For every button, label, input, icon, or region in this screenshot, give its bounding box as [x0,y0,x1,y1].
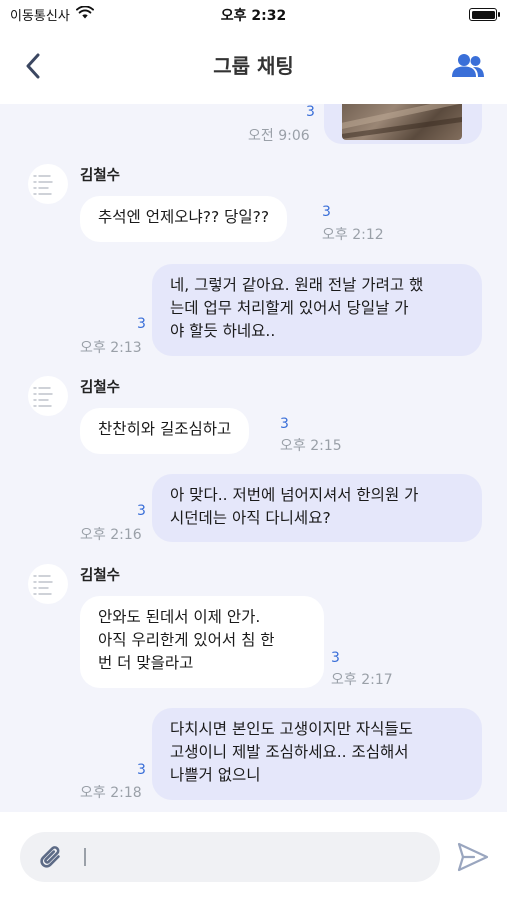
members-button[interactable] [449,48,487,84]
message-bubble[interactable]: 안와도 된데서 이제 안가. 아직 우리한게 있어서 침 한 번 더 맞을라고 [80,596,324,688]
message-line: 네, 그렇거 같아요. 원래 전날 가려고 했 [170,276,424,294]
battery-icon [469,8,500,21]
attach-button[interactable] [38,844,66,872]
message-line: 안와도 된데서 이제 안가. [98,608,261,626]
sender-name: 김철수 [80,380,121,396]
message-bubble[interactable]: 아 맞다.. 저번에 넘어지셔서 한의원 가 시던데는 아직 다니세요? [152,474,482,542]
read-count: 3 [137,316,146,332]
message-bubble[interactable]: 찬찬히와 길조심하고 [80,408,250,454]
status-bar: 이동통신사 오후 2:32 [0,0,507,28]
message-time: 오전 9:06 [248,128,310,144]
read-count: 3 [306,104,315,120]
chat-header: 그룹 채팅 [0,28,507,104]
send-button[interactable] [456,840,490,874]
read-count: 3 [137,762,146,778]
image-bubble[interactable] [324,104,482,144]
sender-name: 김철수 [80,168,121,184]
message-line: 다치시면 본인도 고생이지만 자식들도 [170,720,413,738]
page-title: 그룹 채팅 [213,54,294,78]
message-line: 번 더 맞을라고 [98,654,194,672]
chat-message-list[interactable]: 3 오전 9:06 김철수 추석엔 언제오냐?? 당일?? 3 오후 2:12 … [0,104,507,812]
paperclip-icon [40,846,60,868]
message-line: 시던데는 아직 다니세요? [170,509,331,527]
message-line: 아직 우리한게 있어서 침 한 [98,631,275,649]
message-line: 아 맞다.. 저번에 넘어지셔서 한의원 가 [170,486,419,504]
read-count: 3 [280,416,289,432]
avatar [28,164,68,204]
send-icon [457,842,489,872]
user-placeholder-icon [33,387,53,407]
message-time: 오후 2:18 [80,785,142,801]
composer-bar [0,812,507,900]
photo-thumbnail[interactable] [342,104,462,140]
message-bubble[interactable]: 네, 그렇거 같아요. 원래 전날 가려고 했 는데 업무 처리할게 있어서 당… [152,264,482,356]
read-count: 3 [322,204,331,220]
avatar [28,376,68,416]
status-time: 오후 2:32 [220,8,287,24]
text-caret [84,848,86,866]
read-count: 3 [137,503,146,519]
message-line: 고생이니 제발 조심하세요.. 조심해서 [170,743,409,761]
sender-name: 김철수 [80,568,121,584]
read-count: 3 [331,650,340,666]
message-bubble[interactable]: 추석엔 언제오냐?? 당일?? [80,196,288,242]
user-placeholder-icon [33,175,53,195]
message-time: 오후 2:16 [80,527,142,543]
group-icon [452,54,484,77]
message-bubble[interactable]: 다치시면 본인도 고생이지만 자식들도 고생이니 제발 조심하세요.. 조심해서… [152,708,482,800]
message-time: 오후 2:15 [280,438,342,454]
avatar [28,564,68,604]
message-line: 야 할듯 하네요.. [170,322,276,340]
message-time: 오후 2:12 [322,227,384,243]
message-time: 오후 2:13 [80,340,142,356]
message-line: 는데 업무 처리할게 있어서 당일날 가 [170,299,409,317]
user-placeholder-icon [33,575,53,595]
message-time: 오후 2:17 [331,672,393,688]
message-line: 나쁠거 없으니 [170,766,261,784]
message-input[interactable] [82,842,422,872]
